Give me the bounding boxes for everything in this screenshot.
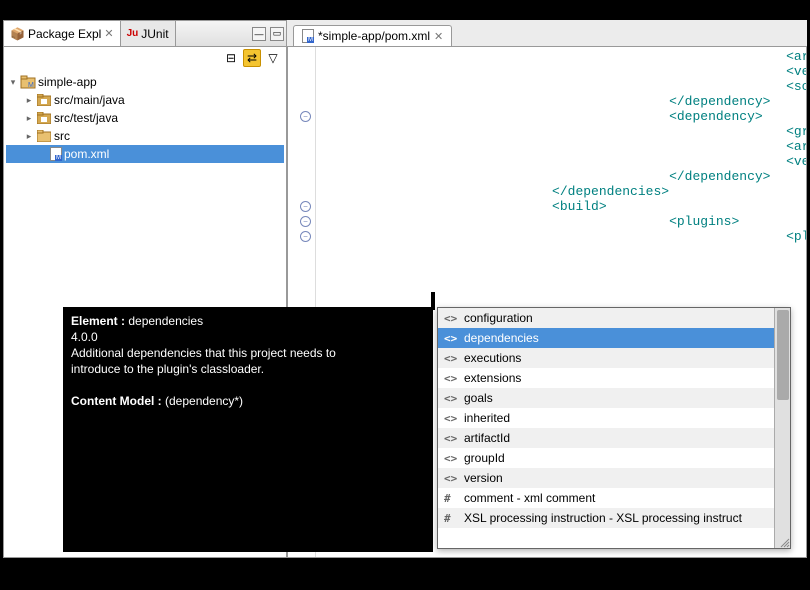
autocomplete-label: version — [464, 471, 503, 485]
autocomplete-item[interactable]: <> dependencies — [438, 328, 774, 348]
close-icon[interactable]: ✕ — [104, 27, 113, 40]
autocomplete-item[interactable]: <> version — [438, 468, 774, 488]
twisty-icon[interactable]: ▸ — [24, 131, 34, 142]
tree-project-root[interactable]: ▾ M simple-app — [6, 73, 284, 91]
svg-text:M: M — [28, 82, 34, 89]
help-desc-line2: introduce to the plugin's classloader. — [71, 361, 425, 377]
tree-label: simple-app — [38, 75, 97, 89]
fold-marker[interactable]: − — [300, 216, 311, 227]
tree-node[interactable]: ▸ src/main/java — [6, 91, 284, 109]
element-icon: <> — [444, 332, 458, 345]
hash-icon: # — [444, 492, 458, 505]
element-icon: <> — [444, 452, 458, 465]
view-tab-bar: 📦 Package Expl ✕ Ju JUnit — ▭ — [4, 21, 286, 47]
tree-node[interactable]: ▸ src — [6, 127, 284, 145]
autocomplete-item[interactable]: <> extensions — [438, 368, 774, 388]
element-icon: <> — [444, 412, 458, 425]
autocomplete-item[interactable]: <> configuration — [438, 308, 774, 328]
junit-icon: Ju — [127, 28, 139, 39]
element-icon: <> — [444, 432, 458, 445]
file-icon — [50, 147, 62, 161]
autocomplete-list: <> configuration <> dependencies <> execution… — [438, 308, 774, 548]
twisty-icon[interactable]: ▸ — [24, 95, 34, 106]
maximize-button[interactable]: ▭ — [270, 27, 284, 41]
explorer-toolbar: ⊟ ⇄ ▽ — [4, 47, 286, 69]
tree-label: src — [54, 129, 70, 143]
autocomplete-item[interactable]: <> groupId — [438, 448, 774, 468]
autocomplete-label: configuration — [464, 311, 533, 325]
autocomplete-label: groupId — [464, 451, 505, 465]
autocomplete-item[interactable]: <> inherited — [438, 408, 774, 428]
tab-label: JUnit — [141, 27, 168, 41]
element-icon: <> — [444, 372, 458, 385]
scrollbar-thumb[interactable] — [777, 310, 789, 400]
tab-label: Package Expl — [28, 27, 101, 41]
help-element-name: dependencies — [128, 314, 203, 328]
collapse-all-button[interactable]: ⊟ — [222, 49, 240, 67]
link-editor-button[interactable]: ⇄ — [243, 49, 261, 67]
tree-label: src/test/java — [54, 111, 118, 125]
tab-package-explorer[interactable]: 📦 Package Expl ✕ — [4, 21, 121, 46]
autocomplete-label: artifactId — [464, 431, 510, 445]
autocomplete-item[interactable]: <> goals — [438, 388, 774, 408]
fold-marker[interactable]: − — [300, 231, 311, 242]
editor-tab-bar: *simple-app/pom.xml ✕ — [287, 20, 807, 46]
folder-icon — [36, 129, 52, 143]
element-icon: <> — [444, 352, 458, 365]
fold-marker[interactable]: − — [300, 111, 311, 122]
autocomplete-item[interactable]: <> artifactId — [438, 428, 774, 448]
editor-tab-pom[interactable]: *simple-app/pom.xml ✕ — [293, 25, 452, 46]
autocomplete-label: XSL processing instruction - XSL process… — [464, 511, 742, 525]
autocomplete-item[interactable]: # comment - xml comment — [438, 488, 774, 508]
close-icon[interactable]: ✕ — [434, 30, 443, 43]
package-folder-icon — [36, 93, 52, 107]
editor-tab-label: *simple-app/pom.xml — [318, 29, 430, 43]
autocomplete-label: executions — [464, 351, 521, 365]
project-icon: M — [20, 75, 36, 89]
autocomplete-popup: <> configuration <> dependencies <> execution… — [437, 307, 791, 549]
autocomplete-label: extensions — [464, 371, 521, 385]
fold-marker[interactable]: − — [300, 201, 311, 212]
tree-node[interactable]: ▸ src/test/java — [6, 109, 284, 127]
tree-node[interactable]: pom.xml — [6, 145, 284, 163]
scrollbar[interactable] — [774, 308, 790, 548]
resize-handle[interactable] — [778, 536, 790, 548]
minimize-button[interactable]: — — [252, 27, 266, 41]
autocomplete-label: goals — [464, 391, 493, 405]
element-icon: <> — [444, 472, 458, 485]
element-icon: <> — [444, 392, 458, 405]
help-model-value: (dependency*) — [165, 394, 243, 408]
file-icon — [302, 29, 314, 43]
tree-label: src/main/java — [54, 93, 125, 107]
package-icon: 📦 — [10, 27, 25, 41]
autocomplete-item[interactable]: # XSL processing instruction - XSL proces… — [438, 508, 774, 528]
tree-label: pom.xml — [64, 147, 109, 161]
help-desc-line1: Additional dependencies that this projec… — [71, 345, 425, 361]
help-element-label: Element : — [71, 314, 125, 328]
twisty-icon[interactable]: ▸ — [24, 113, 34, 124]
autocomplete-label: comment - xml comment — [464, 491, 595, 505]
view-menu-button[interactable]: ▽ — [264, 49, 282, 67]
tab-junit[interactable]: Ju JUnit — [121, 21, 176, 46]
help-version: 4.0.0 — [71, 329, 425, 345]
autocomplete-label: inherited — [464, 411, 510, 425]
hash-icon: # — [444, 512, 458, 525]
package-folder-icon — [36, 111, 52, 125]
twisty-icon[interactable]: ▾ — [8, 77, 18, 88]
autocomplete-label: dependencies — [464, 331, 539, 345]
code-content[interactable]: <artifactId>junit</artifactId> <version>… — [318, 49, 807, 289]
autocomplete-item[interactable]: <> executions — [438, 348, 774, 368]
help-model-label: Content Model : — [71, 394, 162, 408]
element-icon: <> — [444, 312, 458, 325]
element-help-tooltip: Element : dependencies 4.0.0 Additional … — [63, 307, 433, 552]
